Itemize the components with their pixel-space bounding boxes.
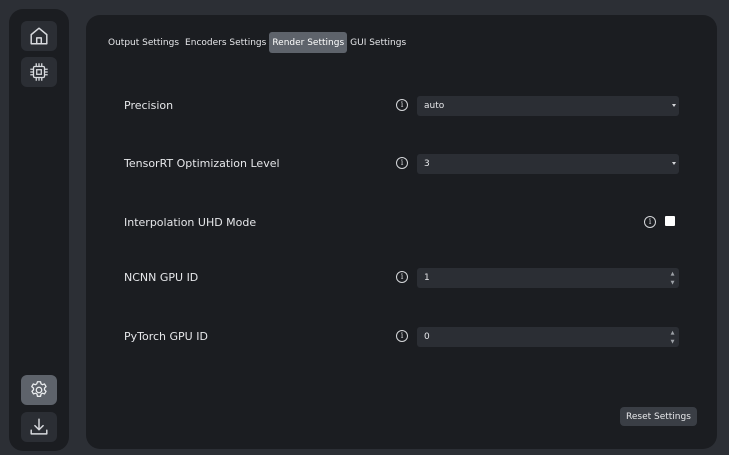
download-button[interactable] — [21, 412, 57, 442]
tab-output-settings[interactable]: Output Settings — [105, 32, 182, 53]
hardware-button[interactable] — [21, 57, 57, 87]
reset-settings-button[interactable]: Reset Settings — [620, 407, 697, 426]
spin-up-icon[interactable]: ▲ — [668, 328, 677, 337]
chevron-down-icon — [672, 104, 676, 107]
download-icon — [28, 416, 50, 438]
tensorrt-level-label: TensorRT Optimization Level — [124, 157, 280, 170]
sidebar — [9, 9, 69, 451]
tensorrt-level-row: TensorRT Optimization Level i 3 — [124, 154, 679, 176]
gear-icon — [28, 379, 50, 401]
tensorrt-level-value: 3 — [424, 159, 430, 169]
tab-render-settings[interactable]: Render Settings — [269, 32, 348, 53]
pytorch-gpu-spinbox[interactable]: 0 ▲ ▼ — [417, 327, 679, 347]
tab-gui-settings[interactable]: GUI Settings — [347, 32, 409, 53]
tensorrt-level-select[interactable]: 3 — [417, 154, 679, 174]
uhd-mode-row: Interpolation UHD Mode i — [124, 213, 679, 235]
precision-row: Precision i auto — [124, 96, 679, 118]
uhd-mode-label: Interpolation UHD Mode — [124, 216, 257, 229]
uhd-mode-checkbox[interactable] — [665, 216, 675, 226]
precision-label: Precision — [124, 99, 174, 112]
precision-value: auto — [424, 101, 445, 111]
precision-select[interactable]: auto — [417, 96, 679, 116]
spin-buttons: ▲ ▼ — [668, 328, 677, 346]
home-button[interactable] — [21, 21, 57, 51]
pytorch-gpu-row: PyTorch GPU ID i 0 ▲ ▼ — [124, 327, 679, 349]
home-icon — [28, 25, 50, 47]
info-icon[interactable]: i — [396, 157, 408, 169]
ncnn-gpu-spinbox[interactable]: 1 ▲ ▼ — [417, 268, 679, 288]
chevron-down-icon — [672, 162, 676, 165]
settings-panel: Output Settings Encoders Settings Render… — [86, 15, 717, 449]
settings-button[interactable] — [21, 375, 57, 405]
spin-buttons: ▲ ▼ — [668, 269, 677, 287]
ncnn-gpu-value: 1 — [424, 273, 430, 283]
pytorch-gpu-value: 0 — [424, 332, 430, 342]
tab-encoders-settings[interactable]: Encoders Settings — [182, 32, 269, 53]
info-icon[interactable]: i — [396, 99, 408, 111]
pytorch-gpu-label: PyTorch GPU ID — [124, 330, 208, 343]
settings-tabs: Output Settings Encoders Settings Render… — [105, 32, 409, 53]
ncnn-gpu-label: NCNN GPU ID — [124, 271, 199, 284]
spin-up-icon[interactable]: ▲ — [668, 269, 677, 278]
info-icon[interactable]: i — [396, 330, 408, 342]
chip-icon — [28, 61, 50, 83]
spin-down-icon[interactable]: ▼ — [668, 278, 677, 287]
ncnn-gpu-row: NCNN GPU ID i 1 ▲ ▼ — [124, 268, 679, 290]
info-icon[interactable]: i — [396, 271, 408, 283]
spin-down-icon[interactable]: ▼ — [668, 337, 677, 346]
info-icon[interactable]: i — [644, 216, 656, 228]
